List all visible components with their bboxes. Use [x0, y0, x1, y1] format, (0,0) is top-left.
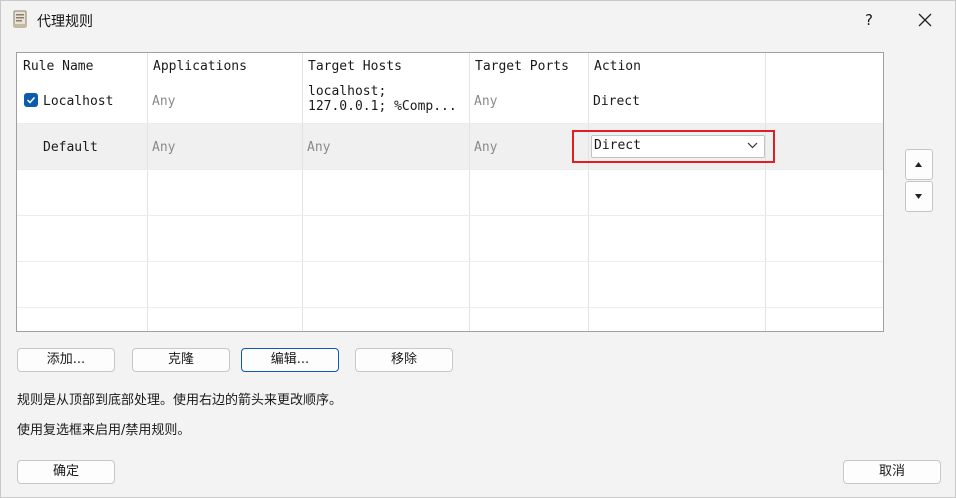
target-hosts-line1: localhost; — [308, 84, 387, 99]
action-value: Direct — [593, 94, 640, 109]
checkbox-hint-text: 使用复选框来启用/禁用规则。 — [17, 423, 191, 438]
close-icon — [918, 13, 932, 27]
column-header-applications[interactable]: Applications — [153, 59, 247, 74]
add-button[interactable]: 添加... — [17, 348, 115, 372]
move-up-button[interactable] — [905, 149, 933, 180]
arrow-down-icon — [915, 194, 922, 199]
target-hosts-line2: 127.0.0.1; %Comp... — [308, 99, 457, 114]
window-title: 代理规则 — [37, 14, 93, 30]
move-down-button[interactable] — [905, 181, 933, 212]
app-icon — [13, 10, 27, 28]
target-ports-value: Any — [474, 94, 498, 109]
arrow-up-icon — [915, 162, 922, 167]
column-header-target-ports[interactable]: Target Ports — [475, 59, 569, 74]
target-ports-value: Any — [474, 140, 498, 155]
close-button[interactable] — [905, 5, 945, 35]
proxy-rules-dialog: 代理规则 ? Rule Name Applications Target Hos… — [0, 0, 956, 498]
column-header-target-hosts[interactable]: Target Hosts — [308, 59, 402, 74]
remove-button[interactable]: 移除 — [355, 348, 453, 372]
target-hosts-value: Any — [307, 140, 331, 155]
applications-value: Any — [152, 94, 176, 109]
ok-button[interactable]: 确定 — [17, 460, 115, 484]
rules-table: Rule Name Applications Target Hosts Targ… — [16, 52, 884, 332]
help-button[interactable]: ? — [853, 5, 885, 35]
column-header-action[interactable]: Action — [594, 59, 641, 74]
applications-value: Any — [152, 140, 176, 155]
order-hint-text: 规则是从顶部到底部处理。使用右边的箭头来更改顺序。 — [17, 393, 343, 408]
checkmark-icon — [26, 96, 36, 104]
clone-button[interactable]: 克隆 — [132, 348, 230, 372]
title-bar: 代理规则 ? — [1, 1, 955, 39]
rule-name: Localhost — [43, 94, 114, 109]
rule-name: Default — [43, 140, 98, 155]
rule-enabled-checkbox[interactable] — [24, 93, 38, 107]
edit-button[interactable]: 编辑... — [241, 348, 339, 372]
column-header-rule-name[interactable]: Rule Name — [23, 59, 93, 74]
cancel-button[interactable]: 取消 — [843, 460, 941, 484]
highlight-box — [572, 130, 775, 163]
